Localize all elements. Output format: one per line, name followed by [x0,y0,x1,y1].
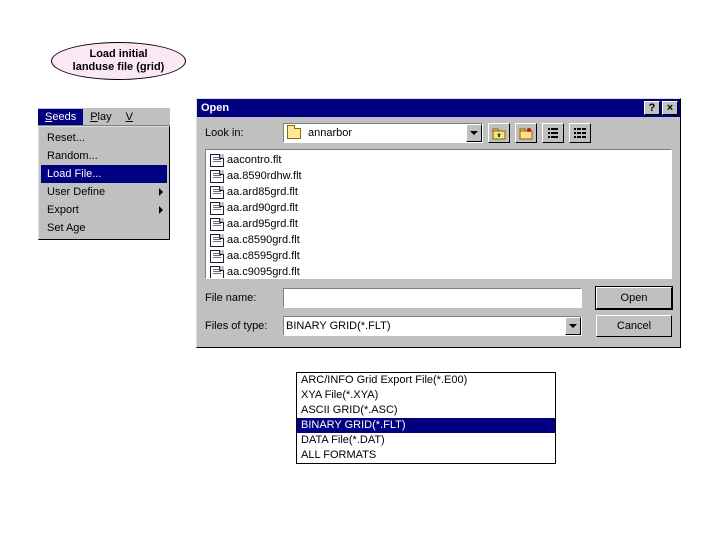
folder-icon [287,126,303,140]
lookin-combobox[interactable]: annarbor [283,123,483,143]
file-icon [210,218,224,231]
menu-item-reset[interactable]: Reset... [41,129,167,147]
menu-item-export[interactable]: Export [41,201,167,219]
filetype-option[interactable]: XYA File(*.XYA) [297,388,555,403]
submenu-arrow-icon [159,188,163,196]
filetype-option[interactable]: ASCII GRID(*.ASC) [297,403,555,418]
annotation-line1: Load initial [52,48,185,61]
new-folder-icon [519,126,533,140]
annotation-line2: landuse file (grid) [52,61,185,74]
file-item[interactable]: aa.c9095grd.flt [208,264,669,279]
file-item[interactable]: aa.c8590grd.flt [208,232,669,248]
file-item[interactable]: aacontro.flt [208,152,669,168]
menubar-seeds[interactable]: Seeds [38,109,83,125]
file-item[interactable]: aa.8590rdhw.flt [208,168,669,184]
details-view-button[interactable] [569,123,591,143]
list-view-button[interactable] [542,123,564,143]
file-icon [210,154,224,167]
filetype-option[interactable]: ARC/INFO Grid Export File(*.E00) [297,373,555,388]
annotation-callout: Load initial landuse file (grid) [51,42,186,80]
filetype-option[interactable]: ALL FORMATS [297,448,555,463]
up-folder-icon [492,126,506,140]
menu-item-random[interactable]: Random... [41,147,167,165]
file-item[interactable]: aa.c8595grd.flt [208,248,669,264]
menu-item-load-file[interactable]: Load File... [41,165,167,183]
file-icon [210,202,224,215]
up-one-level-button[interactable] [488,123,510,143]
file-item[interactable]: aa.ard95grd.flt [208,216,669,232]
filetype-dropdown-button[interactable] [565,317,581,335]
file-item[interactable]: aa.ard85grd.flt [208,184,669,200]
lookin-value: annarbor [306,127,466,139]
titlebar-help-button[interactable]: ? [644,101,660,115]
file-icon [210,170,224,183]
filename-label: File name: [205,292,283,304]
file-icon [210,250,224,263]
open-file-dialog: Open ? × Look in: annarbor [196,98,681,348]
chevron-down-icon [569,324,577,328]
filetype-label: Files of type: [205,320,283,332]
cancel-button[interactable]: Cancel [596,315,672,337]
file-icon [210,266,224,279]
lookin-dropdown-button[interactable] [466,124,482,142]
chevron-down-icon [470,131,478,135]
dialog-titlebar: Open ? × [197,99,680,117]
filetype-option-selected[interactable]: BINARY GRID(*.FLT) [297,418,555,433]
filetype-option[interactable]: DATA File(*.DAT) [297,433,555,448]
file-list[interactable]: aacontro.flt aa.8590rdhw.flt aa.ard85grd… [205,149,672,279]
menubar-view-fragment[interactable]: V [119,109,140,125]
filename-input[interactable] [283,288,582,308]
lookin-label: Look in: [205,127,283,139]
list-icon [546,126,560,140]
filetype-value: BINARY GRID(*.FLT) [284,320,565,332]
open-button[interactable]: Open [596,287,672,309]
new-folder-button[interactable] [515,123,537,143]
menu-item-set-age[interactable]: Set Age [41,219,167,237]
menubar-fragment: Seeds Play V [38,108,170,126]
dialog-title: Open [201,102,229,114]
file-item[interactable]: aa.ard90grd.flt [208,200,669,216]
details-icon [573,126,587,140]
file-icon [210,186,224,199]
file-icon [210,234,224,247]
filetype-combobox[interactable]: BINARY GRID(*.FLT) [283,316,582,336]
titlebar-close-button[interactable]: × [662,101,678,115]
menubar-play[interactable]: Play [83,109,118,125]
submenu-arrow-icon [159,206,163,214]
filetype-dropdown-list: ARC/INFO Grid Export File(*.E00) XYA Fil… [296,372,556,464]
menu-item-user-define[interactable]: User Define [41,183,167,201]
seeds-dropdown-menu: Reset... Random... Load File... User Def… [38,126,170,240]
